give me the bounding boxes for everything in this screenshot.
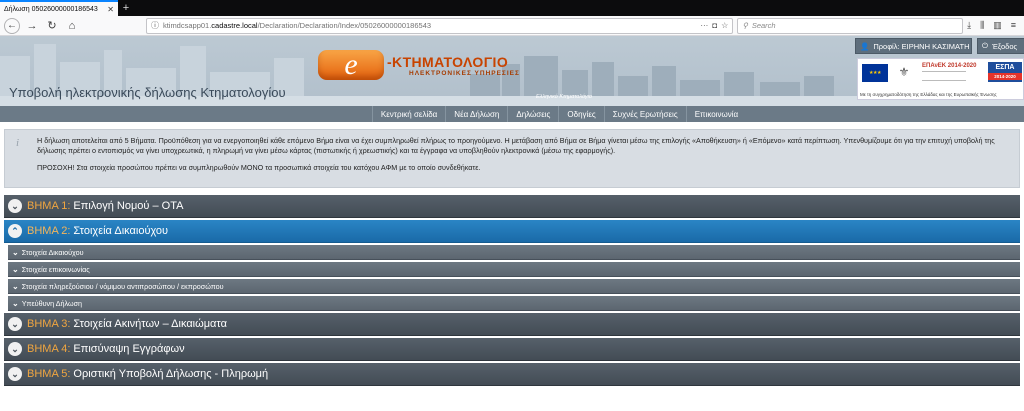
chevron-down-icon: ⌄ — [8, 367, 22, 381]
logo-name: -ΚΤΗΜΑΤΟΛΟΓΙΟ — [387, 53, 509, 70]
step-number: ΒΗΜΑ 5: — [27, 368, 71, 380]
step-label: Στοιχεία Ακινήτων – Δικαιώματα — [73, 318, 227, 330]
espa-label: ΕΣΠΑ — [995, 64, 1015, 71]
url-path: /Declaration/Declaration/Index/050260000… — [257, 21, 432, 30]
toolbar-icons: ⤓ ⫼ ▥ ≡ — [967, 20, 1020, 31]
logo-tagline: Ελληνικό Κτηματολόγιο — [536, 94, 592, 100]
step-label: Στοιχεία Δικαιούχου — [73, 225, 169, 237]
nav-faq[interactable]: Συχνές Ερωτήσεις — [605, 106, 687, 122]
pocket-icon[interactable]: ◘ — [712, 21, 717, 30]
bookmark-star-icon[interactable]: ☆ — [721, 21, 728, 30]
chevron-up-icon: ⌃ — [8, 224, 22, 238]
step-3-header[interactable]: ⌄ ΒΗΜΑ 3: Στοιχεία Ακινήτων – Δικαιώματα — [4, 313, 1020, 336]
step-label: Επισύναψη Εγγράφων — [73, 343, 185, 355]
epanek-label: ΕΠΑνΕΚ 2014-2020 — [922, 63, 977, 69]
eu-funding-banner: ★★★ ⚜ ΕΠΑνΕΚ 2014-2020 ΕΣΠΑ 2014-2020 Με … — [857, 58, 1024, 100]
info-icon[interactable]: ⓘ — [151, 20, 159, 31]
logo-e-mark: e — [318, 48, 384, 81]
menu-icon[interactable]: ≡ — [1011, 20, 1016, 31]
epanek-logo: ΕΠΑνΕΚ 2014-2020 — [922, 63, 976, 81]
chevron-down-icon: ⌄ — [12, 264, 19, 274]
library-icon[interactable]: ⫼ — [980, 20, 984, 31]
section-label: Στοιχεία Δικαιούχου — [21, 247, 84, 257]
step-number: ΒΗΜΑ 1: — [27, 200, 71, 212]
info-box: i Η δήλωση αποτελείται από 5 Βήματα. Προ… — [4, 129, 1020, 188]
step-number: ΒΗΜΑ 4: — [27, 343, 71, 355]
info-icon: i — [16, 137, 20, 149]
url-bar[interactable]: ⓘ ktimdcsapp01.cadastre.local/Declaratio… — [145, 17, 734, 34]
browser-tab[interactable]: Δήλωση 05026000000186543 ✕ — [0, 0, 118, 16]
url-prefix: ktimdcsapp01. — [162, 21, 212, 30]
user-icon: 👤 — [860, 41, 870, 51]
nav-new-declaration[interactable]: Νέα Δήλωση — [446, 106, 509, 122]
new-tab-icon[interactable]: + — [118, 0, 134, 16]
profile-button[interactable]: 👤 Προφίλ: ΕΙΡΗΝΗ ΚΑΣΙΜΑΤΗ — [855, 38, 972, 54]
espa-logo: ΕΣΠΑ 2014-2020 — [988, 62, 1022, 82]
browser-tab-bar: Δήλωση 05026000000186543 ✕ + — [0, 0, 1024, 16]
step-number: ΒΗΜΑ 2: — [27, 225, 71, 237]
downloads-icon[interactable]: ⤓ — [967, 20, 971, 31]
section-solemn-declaration[interactable]: ⌄ Υπεύθυνη Δήλωση — [8, 296, 1020, 311]
step-5-header[interactable]: ⌄ ΒΗΜΑ 5: Οριστική Υποβολή Δήλωσης - Πλη… — [4, 363, 1020, 386]
main-nav: Κεντρική σελίδα Νέα Δήλωση Δηλώσεις Οδηγ… — [0, 106, 1024, 122]
chevron-down-icon: ⌄ — [8, 199, 22, 213]
eu-flag-icon: ★★★ — [862, 64, 888, 82]
section-representative[interactable]: ⌄ Στοιχεία πληρεξούσιου / νόμιμου αντιπρ… — [8, 279, 1020, 294]
section-beneficiary[interactable]: ⌄ Στοιχεία Δικαιούχου — [8, 245, 1020, 260]
info-text: Η δήλωση αποτελείται από 5 Βήματα. Προϋπ… — [37, 136, 995, 156]
step-1-header[interactable]: ⌄ ΒΗΜΑ 1: Επιλογή Νομού – ΟΤΑ — [4, 195, 1020, 218]
profile-label: Προφίλ: ΕΙΡΗΝΗ ΚΑΣΙΜΑΤΗ — [873, 41, 970, 51]
espa-years: 2014-2020 — [988, 73, 1022, 80]
sidebar-icon[interactable]: ▥ — [993, 20, 1002, 31]
section-label: Στοιχεία πληρεξούσιου / νόμιμου αντιπροσ… — [21, 281, 224, 291]
logout-button[interactable]: ⏻ Έξοδος — [977, 38, 1024, 54]
power-icon: ⏻ — [982, 41, 988, 50]
greek-seal-icon: ⚜ — [898, 65, 910, 79]
logo-text: -ΚΤΗΜΑΤΟΛΟΓΙΟ ΗΛΕΚΤΡΟΝΙΚΕΣ ΥΠΗΡΕΣΙΕΣ — [387, 54, 520, 77]
section-label: Στοιχεία επικοινωνίας — [21, 264, 90, 274]
nav-instructions[interactable]: Οδηγίες — [559, 106, 605, 122]
chevron-down-icon: ⌄ — [12, 247, 19, 257]
section-contact[interactable]: ⌄ Στοιχεία επικοινωνίας — [8, 262, 1020, 277]
page-title: Υποβολή ηλεκτρονικής δήλωσης Κτηματολογί… — [9, 85, 286, 100]
home-icon[interactable]: ⌂ — [64, 18, 80, 34]
section-label: Υπεύθυνη Δήλωση — [21, 298, 83, 308]
chevron-down-icon: ⌄ — [8, 317, 22, 331]
browser-tab-title: Δήλωση 05026000000186543 — [4, 5, 98, 13]
browser-nav-bar: ← → ↻ ⌂ ⓘ ktimdcsapp01.cadastre.local/De… — [0, 16, 1024, 36]
step-number: ΒΗΜΑ 3: — [27, 318, 71, 330]
warning-text: ΠΡΟΣΟΧΗ! Στα στοιχεία προσώπου πρέπει να… — [37, 163, 481, 173]
step-4-header[interactable]: ⌄ ΒΗΜΑ 4: Επισύναψη Εγγράφων — [4, 338, 1020, 361]
site-header: e -ΚΤΗΜΑΤΟΛΟΓΙΟ ΗΛΕΚΤΡΟΝΙΚΕΣ ΥΠΗΡΕΣΙΕΣ Ε… — [0, 36, 1024, 106]
back-arrow-icon[interactable]: ← — [4, 17, 20, 34]
logo-subtitle: ΗΛΕΚΤΡΟΝΙΚΕΣ ΥΠΗΡΕΣΙΕΣ — [409, 69, 520, 77]
search-placeholder: Search — [751, 21, 776, 30]
ktimatologio-logo[interactable]: e -ΚΤΗΜΑΤΟΛΟΓΙΟ ΗΛΕΚΤΡΟΝΙΚΕΣ ΥΠΗΡΕΣΙΕΣ — [318, 48, 520, 81]
nav-home[interactable]: Κεντρική σελίδα — [371, 106, 447, 122]
more-actions-icon[interactable]: ··· — [700, 21, 708, 30]
forward-arrow-icon[interactable]: → — [24, 18, 40, 34]
logout-label: Έξοδος — [991, 41, 1018, 51]
url-text: ktimdcsapp01.cadastre.local/Declaration/… — [163, 21, 431, 30]
chevron-down-icon: ⌄ — [12, 298, 19, 308]
reload-icon[interactable]: ↻ — [44, 18, 60, 34]
step-2-header[interactable]: ⌃ ΒΗΜΑ 2: Στοιχεία Δικαιούχου — [4, 220, 1020, 243]
chevron-down-icon: ⌄ — [12, 281, 19, 291]
close-tab-icon[interactable]: ✕ — [107, 5, 114, 14]
url-domain: cadastre.local — [211, 21, 258, 30]
nav-declarations[interactable]: Δηλώσεις — [508, 106, 560, 122]
step-label: Επιλογή Νομού – ΟΤΑ — [73, 200, 184, 212]
nav-contact[interactable]: Επικοινωνία — [687, 106, 746, 122]
chevron-down-icon: ⌄ — [8, 342, 22, 356]
steps-accordion: ⌄ ΒΗΜΑ 1: Επιλογή Νομού – ΟΤΑ ⌃ ΒΗΜΑ 2: … — [4, 195, 1020, 386]
search-icon: ⚲ — [742, 21, 748, 30]
search-input[interactable]: ⚲ Search — [737, 17, 964, 34]
step-2-sections: ⌄ Στοιχεία Δικαιούχου ⌄ Στοιχεία επικοιν… — [8, 245, 1020, 311]
step-label: Οριστική Υποβολή Δήλωσης - Πληρωμή — [73, 368, 269, 380]
eu-caption: Με τη συγχρηματοδότηση της Ελλάδας και τ… — [860, 92, 997, 97]
